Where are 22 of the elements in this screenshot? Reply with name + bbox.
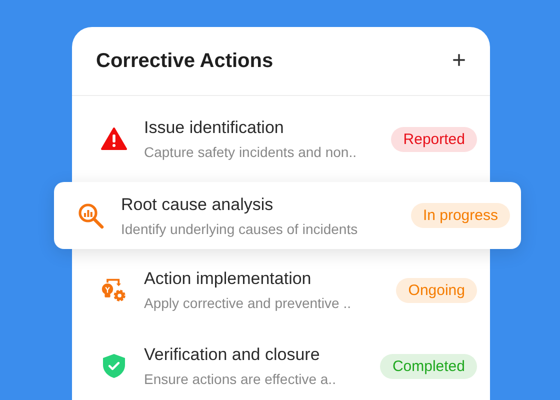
warning-icon — [101, 127, 127, 151]
action-description: Identify underlying causes of incidents — [121, 220, 359, 236]
action-title: Verification and closure — [144, 345, 321, 365]
status-badge: Reported — [391, 126, 477, 152]
action-description: Apply corrective and preventive .. — [144, 295, 352, 311]
action-item[interactable]: Issue identification Capture safety incidents and non.. Reported — [72, 104, 490, 174]
action-description: Ensure actions are effective a.. — [144, 371, 337, 387]
status-badge: In progress — [410, 203, 510, 228]
magnifier-chart-icon — [78, 202, 104, 228]
action-title: Issue identification — [144, 118, 285, 138]
status-badge: Completed — [380, 354, 477, 378]
action-title: Root cause analysis — [121, 194, 274, 214]
action-item[interactable]: Action implementation Apply corrective and preventive .. Ongoing — [72, 255, 490, 325]
add-button[interactable]: + — [448, 49, 470, 73]
action-item[interactable]: Root cause analysis Identify underlying causes of incidents In progress — [54, 182, 521, 249]
status-badge: Ongoing — [396, 278, 477, 302]
bulb-gear-icon — [101, 276, 127, 304]
action-description: Capture safety incidents and non.. — [144, 144, 358, 160]
shield-check-icon — [102, 353, 126, 379]
action-title: Action implementation — [144, 269, 312, 289]
card-title: Corrective Actions — [96, 50, 274, 72]
action-item[interactable]: Verification and closure Ensure actions are effective a.. Completed — [72, 331, 490, 400]
